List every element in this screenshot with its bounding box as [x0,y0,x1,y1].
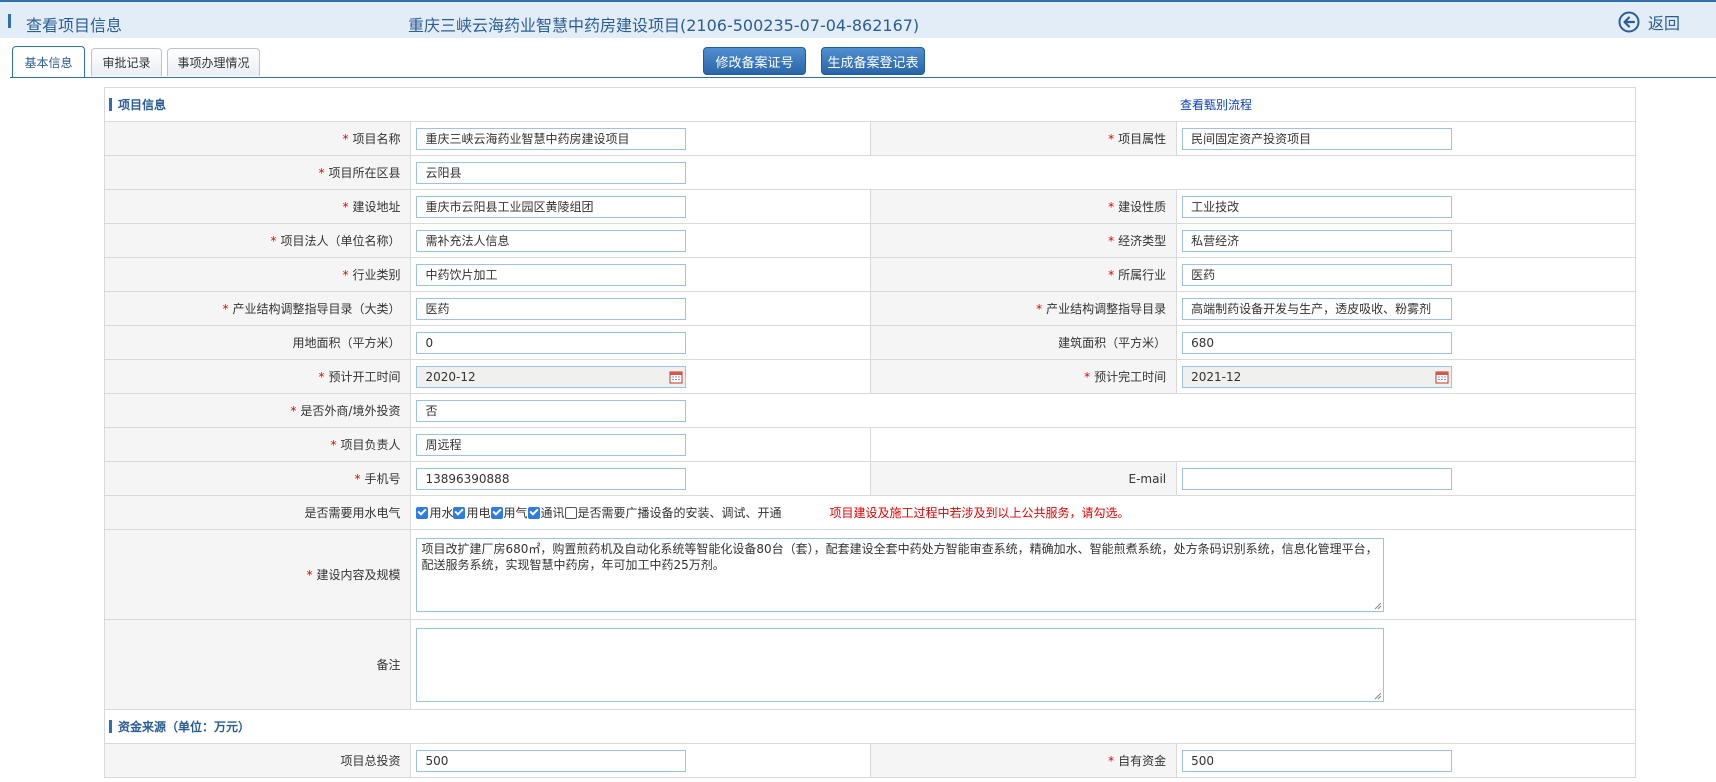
project-attr-field[interactable]: 民间固定资产投资项目 [1182,127,1453,150]
calendar-icon[interactable] [669,370,683,384]
end-date-field[interactable]: 2021-12 [1182,365,1453,388]
water-option-label: 用水 [429,506,454,520]
foreign-invest-field[interactable]: 否 [416,399,687,422]
electricity-option-label: 用电 [466,506,491,520]
guide-major-field[interactable]: 医药 [416,297,687,320]
start-date-value: 2020-12 [425,369,476,384]
nature-label: * 建设性质 [870,189,1178,224]
end-date-label: * 预计完工时间 [870,359,1178,394]
broadcast-option-label: 是否需要广播设备的安装、调试、开通 [577,506,782,520]
legal-person-field[interactable]: 需补充法人信息 [416,229,687,252]
section-title: 资金来源（单位：万元） [118,720,251,734]
water-checkbox[interactable] [416,506,429,519]
content-textarea[interactable]: 项目改扩建厂房680㎡，购置煎药机及自动化系统等智能化设备80台（套），配套建设… [416,537,1385,612]
back-button[interactable]: 返回 [1618,10,1680,34]
industry-category-label: * 行业类别 [103,257,412,292]
land-area-field[interactable]: 0 [416,331,687,354]
phone-label: * 手机号 [103,461,412,496]
page-title: 查看项目信息 [26,16,123,35]
modify-record-number-button[interactable]: 修改备案证号 [703,47,806,75]
electricity-checkbox[interactable] [453,506,466,519]
header-accent-bar [8,14,11,28]
district-field[interactable]: 云阳县 [416,161,687,184]
utilities-label: 是否需要用水电气 [103,495,412,530]
gas-checkbox[interactable] [490,506,503,519]
address-label: * 建设地址 [103,189,412,224]
project-name-field[interactable]: 重庆三峡云海药业智慧中药房建设项目 [416,127,687,150]
content-label: * 建设内容及规模 [103,529,412,620]
project-heading: 重庆三峡云海药业智慧中药房建设项目(2106-500235-07-04-8621… [408,16,920,35]
section-funding: 资金来源（单位：万元） [104,709,1636,744]
section-accent-bar [109,98,112,111]
telecom-checkbox[interactable] [527,506,540,519]
gas-option-label: 用气 [503,506,528,520]
back-arrow-icon [1618,11,1640,33]
section-accent-bar [109,720,112,733]
phone-field[interactable]: 13896390888 [416,467,687,490]
project-name-label: * 项目名称 [103,121,412,156]
remark-textarea[interactable] [416,627,1385,702]
utilities-options: 用水 用电 用气 通讯 是否需要广播设备的安装、调试、开通 项目建设及施工过程中… [416,504,1635,521]
email-field[interactable] [1182,467,1453,490]
tab-basic-info[interactable]: 基本信息 [12,46,85,78]
tab-approval-records[interactable]: 审批记录 [91,48,162,76]
broadcast-checkbox[interactable] [564,506,577,519]
tab-matter-status[interactable]: 事项办理情况 [167,48,260,76]
resize-grip-icon[interactable] [1374,692,1382,700]
own-funds-field[interactable]: 500 [1182,749,1453,772]
project-info-form: 项目信息 查看甄别流程 * 项目名称 重庆三峡云海药业智慧中药房建设项目 * 项目属… [103,87,1636,778]
economy-type-field[interactable]: 私营经济 [1182,229,1453,252]
section-project-info: 项目信息 查看甄别流程 [104,87,1636,122]
district-label: * 项目所在区县 [103,155,412,190]
telecom-option-label: 通讯 [540,506,565,520]
total-invest-label: 项目总投资 [103,743,412,778]
start-date-field[interactable]: 2020-12 [416,365,687,388]
guide-label: * 产业结构调整指导目录 [870,291,1178,326]
utilities-note: 项目建设及施工过程中若涉及到以上公共服务，请勾选。 [829,506,1130,520]
generate-registration-form-button[interactable]: 生成备案登记表 [821,47,925,75]
view-screening-flow-link[interactable]: 查看甄别流程 [1180,96,1252,113]
section-title: 项目信息 [118,98,167,112]
page-header: 查看项目信息 重庆三峡云海药业智慧中药房建设项目(2106-500235-07-… [0,2,1716,38]
end-date-value: 2021-12 [1191,369,1242,384]
foreign-invest-label: * 是否外商/境外投资 [103,393,412,428]
email-label: E-mail [870,461,1178,496]
industry-field[interactable]: 医药 [1182,263,1453,286]
remark-label: 备注 [103,619,412,710]
legal-person-label: * 项目法人（单位名称） [103,223,412,258]
content-text: 项目改扩建厂房680㎡，购置煎药机及自动化系统等智能化设备80台（套），配套建设… [421,541,1378,572]
guide-field[interactable]: 高端制药设备开发与生产，透皮吸收、粉雾剂 [1182,297,1453,320]
calendar-icon[interactable] [1435,370,1449,384]
building-area-label: 建筑面积（平方米） [870,325,1178,360]
tab-divider [10,77,1716,78]
project-attr-label: * 项目属性 [870,121,1178,156]
building-area-field[interactable]: 680 [1182,331,1453,354]
economy-type-label: * 经济类型 [870,223,1178,258]
nature-field[interactable]: 工业技改 [1182,195,1453,218]
industry-label: * 所属行业 [870,257,1178,292]
manager-label: * 项目负责人 [103,427,412,462]
own-funds-label: * 自有资金 [870,743,1178,778]
resize-grip-icon[interactable] [1374,602,1382,610]
total-invest-field[interactable]: 500 [416,749,687,772]
address-field[interactable]: 重庆市云阳县工业园区黄陵组团 [416,195,687,218]
back-label: 返回 [1648,14,1681,33]
land-area-label: 用地面积（平方米） [103,325,412,360]
manager-field[interactable]: 周远程 [416,433,687,456]
guide-major-label: * 产业结构调整指导目录（大类） [103,291,412,326]
start-date-label: * 预计开工时间 [103,359,412,394]
industry-category-field[interactable]: 中药饮片加工 [416,263,687,286]
